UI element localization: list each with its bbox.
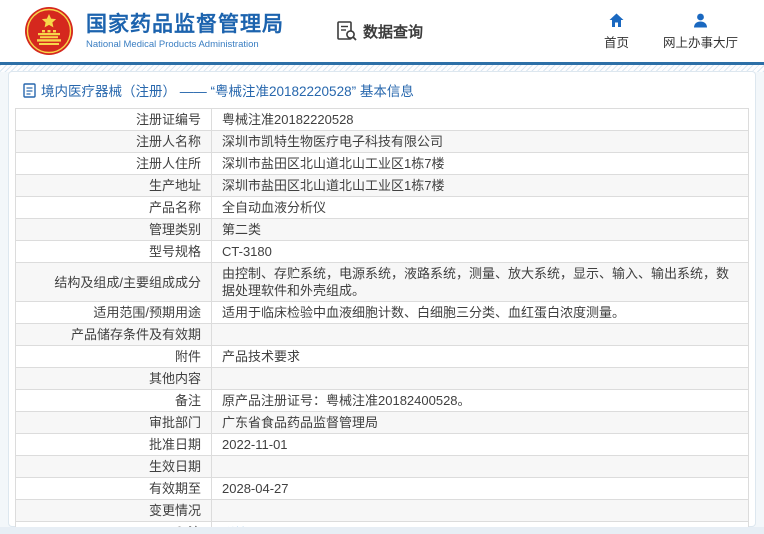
- row-value: 2022-11-01: [211, 433, 749, 456]
- national-emblem-icon: [25, 7, 73, 55]
- table-row: 适用范围/预期用途 适用于临床检验中血液细胞计数、白细胞三分类、血红蛋白浓度测量…: [15, 301, 749, 324]
- row-label-text: 变更情况: [148, 503, 201, 518]
- row-label: 附件: [15, 345, 212, 368]
- page: 国家药品监督管理局 National Medical Products Admi…: [0, 0, 764, 534]
- row-label: 结构及组成/主要组成成分: [15, 262, 212, 302]
- footer-band: [0, 527, 764, 534]
- table-row: 生效日期: [15, 455, 749, 478]
- breadcrumb-text: 境内医疗器械（注册） —— “粤械注准20182220528” 基本信息: [41, 84, 414, 99]
- row-label-text: 备注: [174, 393, 201, 408]
- row-value: 全自动血液分析仪: [211, 196, 749, 219]
- row-label: 审批部门: [15, 411, 212, 434]
- row-label-text: 审批部门: [148, 415, 201, 430]
- row-label: 产品名称: [15, 196, 212, 219]
- row-label: 其他内容: [15, 367, 212, 390]
- row-label: 变更情况: [15, 499, 212, 522]
- table-row: 注册人住所 深圳市盐田区北山道北山工业区1栋7楼: [15, 152, 749, 175]
- row-value: 深圳市盐田区北山道北山工业区1栋7楼: [211, 174, 749, 197]
- row-label: 备注: [15, 389, 212, 412]
- nav-item-label: 首页: [603, 35, 629, 50]
- document-icon: [23, 82, 36, 98]
- row-label-text: 注册人名称: [135, 134, 201, 149]
- home-icon: [609, 13, 624, 27]
- table-row: 注册人名称 深圳市凯特生物医疗电子科技有限公司: [15, 130, 749, 153]
- row-label: 注册人名称: [15, 130, 212, 153]
- nav-item-home[interactable]: 首页: [604, 12, 629, 51]
- row-label-text: 生效日期: [148, 459, 201, 474]
- table-row: 管理类别 第二类: [15, 218, 749, 241]
- row-value: 由控制、存贮系统，电源系统，液路系统，测量、放大系统，显示、输入、输出系统，数据…: [211, 262, 749, 302]
- data-query-section[interactable]: 数据查询: [336, 20, 423, 42]
- table-row: 变更情况: [15, 499, 749, 522]
- table-row: 有效期至 2028-04-27: [15, 477, 749, 500]
- row-label-text: 适用范围/预期用途: [93, 305, 201, 320]
- row-label-text: 产品名称: [148, 200, 201, 215]
- content-panel: 境内医疗器械（注册） —— “粤械注准20182220528” 基本信息 注册证…: [8, 71, 756, 534]
- row-label: 批准日期: [15, 433, 212, 456]
- header-nav: 首页 网上办事大厅: [604, 12, 750, 51]
- row-value: 深圳市凯特生物医疗电子科技有限公司: [211, 130, 749, 153]
- table-row: 附件 产品技术要求: [15, 345, 749, 368]
- table-row: 批准日期 2022-11-01: [15, 433, 749, 456]
- row-label: 型号规格: [15, 240, 212, 263]
- table-row: 型号规格 CT-3180: [15, 240, 749, 263]
- row-value: 广东省食品药品监督管理局: [211, 411, 749, 434]
- table-row: 注册证编号 粤械注准20182220528: [15, 108, 749, 131]
- nav-item-service-hall[interactable]: 网上办事大厅: [663, 12, 738, 51]
- nav-item-label: 网上办事大厅: [662, 35, 738, 50]
- table-row: 备注 原产品注册证号：粤械注准20182400528。: [15, 389, 749, 412]
- row-label-text: 批准日期: [148, 437, 201, 452]
- row-value: [211, 499, 749, 522]
- row-label-text: 结构及组成/主要组成成分: [54, 274, 201, 290]
- table-row: 结构及组成/主要组成成分 由控制、存贮系统，电源系统，液路系统，测量、放大系统，…: [15, 262, 749, 302]
- row-label-text: 其他内容: [148, 371, 201, 386]
- row-value: 深圳市盐田区北山道北山工业区1栋7楼: [211, 152, 749, 175]
- row-label: 产品储存条件及有效期: [15, 323, 212, 346]
- info-table: 注册证编号 粤械注准20182220528 注册人名称 深圳市凯特生物医疗电子科…: [15, 108, 749, 534]
- row-label: 适用范围/预期用途: [15, 301, 212, 324]
- row-label-text: 附件: [174, 349, 201, 364]
- row-value: 粤械注准20182220528: [211, 108, 749, 131]
- row-label: 有效期至: [15, 477, 212, 500]
- table-row: 产品名称 全自动血液分析仪: [15, 196, 749, 219]
- row-value: 2028-04-27: [211, 477, 749, 500]
- row-value: [211, 323, 749, 346]
- row-value: CT-3180: [211, 240, 749, 263]
- brand-block: 国家药品监督管理局 National Medical Products Admi…: [86, 12, 284, 51]
- breadcrumb: 境内医疗器械（注册） —— “粤械注准20182220528” 基本信息: [15, 72, 749, 108]
- row-label: 注册证编号: [15, 108, 212, 131]
- table-row: 其他内容: [15, 367, 749, 390]
- row-value: 第二类: [211, 218, 749, 241]
- row-value: 产品技术要求: [211, 345, 749, 368]
- row-label-text: 管理类别: [148, 222, 201, 237]
- info-table-body: 注册证编号 粤械注准20182220528 注册人名称 深圳市凯特生物医疗电子科…: [15, 108, 749, 534]
- row-label: 生效日期: [15, 455, 212, 478]
- row-label-text: 生产地址: [148, 178, 201, 193]
- site-subtitle: National Medical Products Administration: [86, 38, 259, 50]
- row-value: [211, 367, 749, 390]
- row-label: 管理类别: [15, 218, 212, 241]
- table-row: 产品储存条件及有效期: [15, 323, 749, 346]
- row-label: 注册人住所: [15, 152, 212, 175]
- data-query-icon: [337, 21, 357, 41]
- row-label-text: 注册人住所: [135, 156, 201, 171]
- row-value: [211, 455, 749, 478]
- row-value: 适用于临床检验中血液细胞计数、白细胞三分类、血红蛋白浓度测量。: [211, 301, 749, 324]
- site-title: 国家药品监督管理局: [86, 12, 284, 36]
- row-label-text: 有效期至: [148, 481, 201, 496]
- site-header: 国家药品监督管理局 National Medical Products Admi…: [0, 0, 764, 62]
- row-value: 原产品注册证号：粤械注准20182400528。: [211, 389, 749, 412]
- row-label-text: 产品储存条件及有效期: [70, 327, 201, 342]
- data-query-label: 数据查询: [363, 23, 424, 41]
- table-row: 审批部门 广东省食品药品监督管理局: [15, 411, 749, 434]
- user-icon: [693, 13, 707, 27]
- row-label-text: 注册证编号: [135, 112, 201, 127]
- row-label-text: 型号规格: [148, 244, 201, 259]
- row-label: 生产地址: [15, 174, 212, 197]
- table-row: 生产地址 深圳市盐田区北山道北山工业区1栋7楼: [15, 174, 749, 197]
